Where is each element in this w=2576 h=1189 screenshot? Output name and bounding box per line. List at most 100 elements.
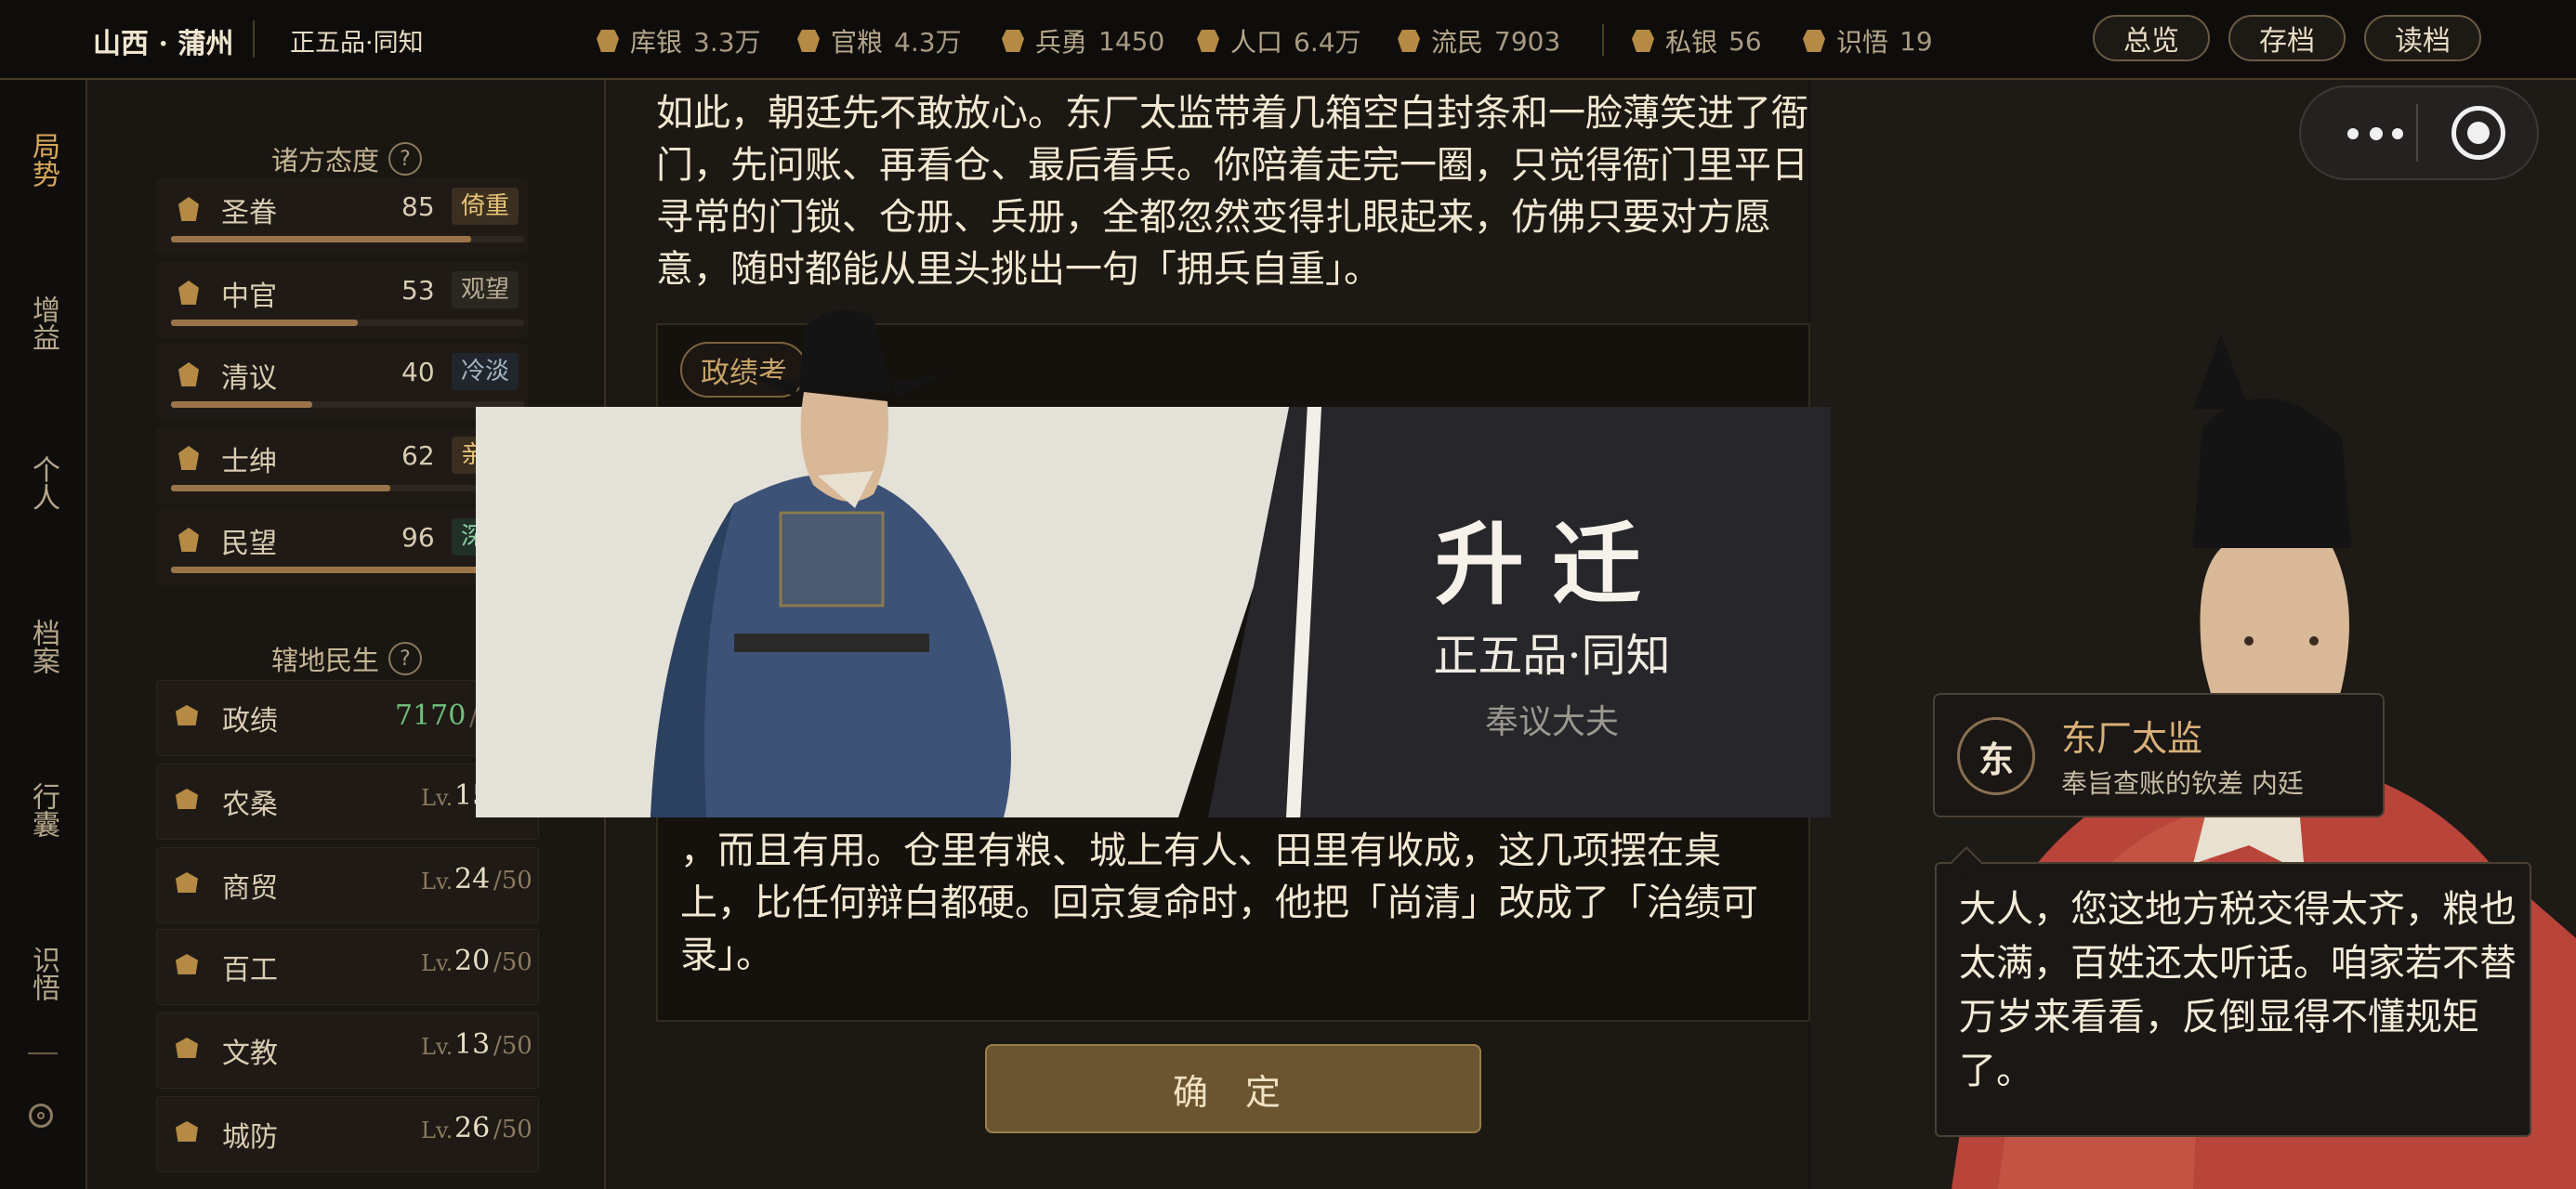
faction-row-emperor[interactable]: 圣眷 85 倚重 bbox=[156, 178, 528, 255]
level-prefix: Lv. bbox=[421, 1117, 453, 1143]
gov-row-commerce[interactable]: 商贸 Lv. 24 /50 bbox=[156, 847, 539, 923]
level-max: /50 bbox=[493, 1116, 532, 1143]
resource-value: 56 bbox=[1728, 25, 1762, 57]
event-text: ，而且有用。仓里有粮、城上有人、田里有收成，这几项摆在桌上，比任何辩白都硬。回京… bbox=[680, 830, 1758, 976]
faction-row-scholars[interactable]: 清议 40 冷淡 bbox=[156, 344, 528, 420]
crafts-icon bbox=[176, 954, 198, 974]
level-prefix: Lv. bbox=[421, 869, 453, 895]
nav-item-buffs[interactable]: 增益 bbox=[0, 282, 85, 364]
resource-soldiers[interactable]: 兵勇 1450 bbox=[1002, 22, 1164, 59]
defense-icon bbox=[176, 1121, 198, 1142]
faction-row-gentry[interactable]: 士绅 62 亲 bbox=[156, 427, 528, 503]
level-value: 13 bbox=[454, 1028, 491, 1061]
resource-label: 库银 bbox=[630, 27, 683, 58]
promotion-honor-title: 奉议大夫 bbox=[1484, 703, 1619, 741]
resource-treasury[interactable]: 库银 3.3万 bbox=[597, 22, 761, 59]
help-icon[interactable]: ? bbox=[388, 142, 423, 176]
faction-name: 圣眷 bbox=[221, 197, 277, 229]
divider bbox=[28, 1052, 58, 1054]
level-max: /50 bbox=[493, 867, 532, 895]
attitude-tag: 观望 bbox=[452, 271, 519, 308]
livelihood-heading: 辖地民生 ? bbox=[271, 639, 423, 678]
faction-icon bbox=[178, 362, 199, 386]
faction-icon bbox=[178, 446, 199, 470]
faction-row-people[interactable]: 民望 96 深 bbox=[156, 509, 528, 585]
commerce-icon bbox=[176, 872, 198, 893]
agriculture-icon bbox=[176, 789, 198, 809]
resource-label: 流民 bbox=[1431, 27, 1484, 58]
gov-name: 农桑 bbox=[222, 789, 278, 821]
nav-item-insight[interactable]: 识悟 bbox=[0, 933, 85, 1014]
faction-value: 85 bbox=[401, 191, 435, 222]
load-button[interactable]: 读档 bbox=[2364, 15, 2481, 61]
merit-label: 政绩 bbox=[222, 705, 278, 738]
resource-refugees[interactable]: 流民 7903 bbox=[1398, 22, 1560, 59]
progress-fill bbox=[171, 320, 359, 326]
nav-item-inventory[interactable]: 行囊 bbox=[0, 769, 85, 851]
resource-value: 7903 bbox=[1494, 25, 1561, 57]
factions-heading: 诸方态度 ? bbox=[271, 139, 423, 178]
nav-item-archive[interactable]: 档案 bbox=[0, 606, 85, 687]
resource-value: 1450 bbox=[1098, 25, 1165, 57]
faction-icon bbox=[178, 197, 199, 221]
faction-name: 士绅 bbox=[221, 446, 277, 478]
region-name: 山西 · 蒲州 bbox=[93, 28, 234, 60]
close-capsule-icon[interactable] bbox=[2451, 106, 2505, 160]
section-title: 诸方态度 bbox=[271, 145, 380, 176]
level-prefix: Lv. bbox=[421, 950, 453, 976]
resource-label: 人口 bbox=[1230, 27, 1283, 58]
gov-row-education[interactable]: 文教 Lv. 13 /50 bbox=[156, 1013, 539, 1089]
resource-label: 私银 bbox=[1665, 27, 1718, 58]
npc-dialogue: 大人，您这地方税交得太齐，粮也太满，百姓还太听话。咱家若不替万岁来看看，反倒显得… bbox=[1959, 888, 2517, 1092]
progress-bar bbox=[171, 320, 524, 326]
resource-private-silver[interactable]: 私银 56 bbox=[1632, 22, 1762, 59]
people-icon bbox=[1197, 30, 1219, 52]
sword-icon bbox=[1002, 30, 1024, 52]
gov-row-defense[interactable]: 城防 Lv. 26 /50 bbox=[156, 1096, 539, 1172]
section-title: 辖地民生 bbox=[271, 645, 380, 676]
refugee-icon bbox=[1398, 30, 1420, 52]
save-button[interactable]: 存档 bbox=[2228, 15, 2346, 61]
overview-button[interactable]: 总览 bbox=[2093, 15, 2210, 61]
faction-row-eunuchs[interactable]: 中官 53 观望 bbox=[156, 262, 528, 338]
education-icon bbox=[176, 1038, 198, 1058]
level-value: 26 bbox=[454, 1112, 491, 1144]
official-portrait bbox=[651, 310, 1011, 817]
faction-value: 96 bbox=[401, 522, 435, 553]
nav-item-personal[interactable]: 个人 bbox=[0, 442, 85, 524]
gov-name: 城防 bbox=[222, 1121, 278, 1154]
divider bbox=[1602, 24, 1604, 56]
confirm-button[interactable]: 确 定 bbox=[985, 1044, 1481, 1133]
help-icon[interactable]: ? bbox=[388, 642, 423, 675]
npc-description: 奉旨查账的钦差 内廷 bbox=[2061, 768, 2304, 799]
level-value: 24 bbox=[454, 863, 491, 895]
promotion-title: 升迁 bbox=[1435, 512, 1669, 617]
resource-insight[interactable]: 识悟 19 bbox=[1803, 22, 1933, 59]
resource-value: 4.3万 bbox=[894, 27, 962, 58]
progress-fill bbox=[171, 567, 510, 573]
settings-icon[interactable] bbox=[29, 1104, 53, 1128]
level-prefix: Lv. bbox=[421, 785, 453, 811]
level-max: /50 bbox=[493, 948, 532, 976]
progress-bar bbox=[171, 485, 524, 491]
level-value: 20 bbox=[454, 945, 491, 977]
resource-population[interactable]: 人口 6.4万 bbox=[1197, 22, 1361, 59]
scroll-icon bbox=[1803, 30, 1825, 52]
merit-icon bbox=[176, 705, 198, 725]
faction-value: 62 bbox=[401, 440, 435, 471]
faction-value: 53 bbox=[401, 275, 435, 306]
gov-row-crafts[interactable]: 百工 Lv. 20 /50 bbox=[156, 929, 539, 1005]
divider bbox=[2416, 104, 2418, 162]
divider bbox=[253, 20, 255, 58]
resource-value: 19 bbox=[1899, 25, 1933, 57]
npc-avatar: 东 bbox=[1957, 717, 2035, 795]
resource-label: 官粮 bbox=[831, 27, 884, 58]
resource-value: 3.3万 bbox=[693, 27, 761, 58]
progress-bar bbox=[171, 236, 524, 242]
resource-grain[interactable]: 官粮 4.3万 bbox=[797, 22, 962, 59]
level-max: /50 bbox=[493, 1032, 532, 1060]
faction-icon bbox=[178, 528, 199, 552]
progress-fill bbox=[171, 401, 312, 408]
nav-item-situation[interactable]: 局势 bbox=[0, 119, 85, 201]
more-icon[interactable] bbox=[2347, 127, 2403, 140]
